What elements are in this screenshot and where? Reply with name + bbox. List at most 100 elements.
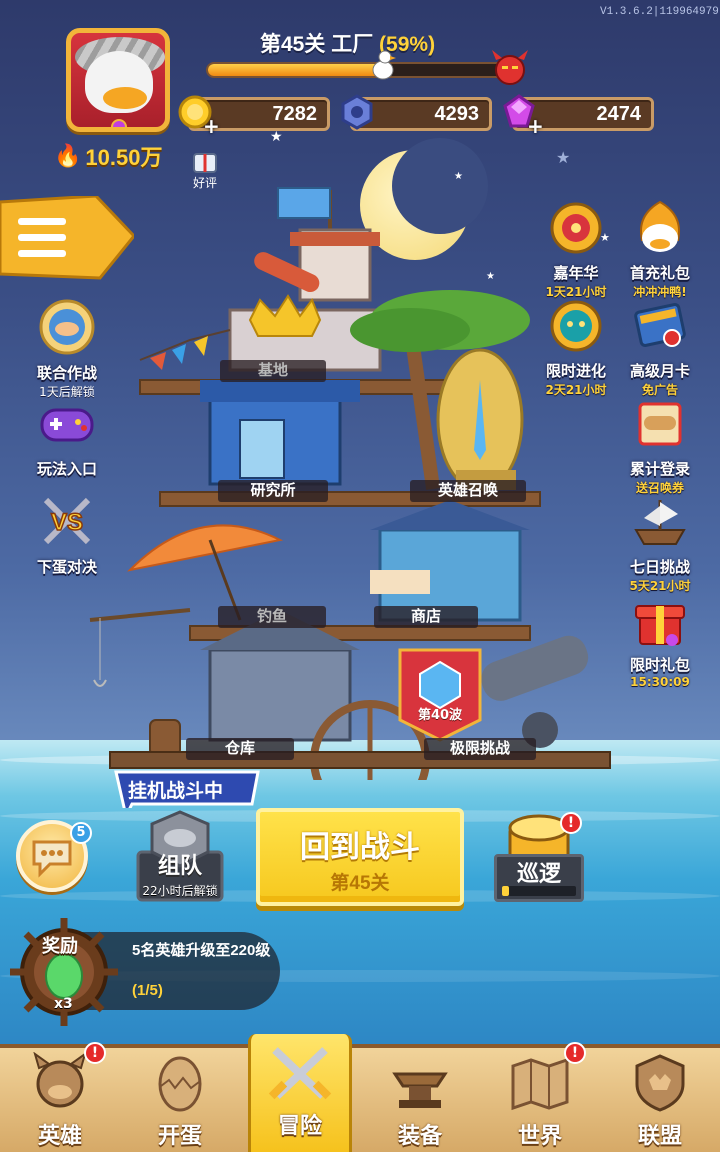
return-to-battle-label: 回到战斗 bbox=[300, 831, 420, 864]
combat-power: 🔥 10.50万 bbox=[54, 140, 162, 172]
svg-text:VS: VS bbox=[51, 509, 83, 536]
gamepad-icon bbox=[40, 408, 94, 442]
level-name: 第45关 工厂 bbox=[260, 33, 374, 56]
team-button[interactable]: 组队 22小时后解锁 bbox=[132, 808, 228, 904]
limited-gift-timer: 15:30:09 bbox=[630, 675, 690, 689]
right-item-evolution[interactable]: 限时进化 2天21小时 bbox=[534, 298, 618, 398]
alliance-shield-icon bbox=[635, 1054, 685, 1112]
team-label: 组队 bbox=[157, 853, 202, 878]
nav-egg[interactable]: 开蛋 bbox=[128, 1048, 232, 1152]
left-item-egg-duel[interactable]: VS 下蛋对决 bbox=[22, 490, 112, 577]
nav-hero[interactable]: 英雄 ! bbox=[8, 1042, 112, 1152]
right-item-first-charge[interactable]: 首充礼包 冲冲冲鸭! bbox=[618, 200, 702, 300]
evolution-icon bbox=[550, 300, 602, 352]
first-charge-duck-icon bbox=[640, 200, 680, 252]
building-label-summon[interactable]: 英雄召唤 bbox=[410, 480, 526, 502]
building-label-challenge[interactable]: 极限挑战 bbox=[424, 738, 536, 760]
joint-battle-label: 联合作战 bbox=[36, 365, 97, 382]
right-item-month-card[interactable]: 高级月卡 免广告 bbox=[618, 298, 702, 398]
month-card-label: 高级月卡 bbox=[629, 363, 690, 380]
login-label: 累计登录 bbox=[629, 461, 690, 478]
nav-hero-alert: ! bbox=[84, 1042, 106, 1064]
left-item-joint-battle[interactable]: 联合作战 1天后解锁 bbox=[22, 296, 112, 400]
player-avatar[interactable] bbox=[66, 28, 170, 132]
resource-gem[interactable]: + 2474 bbox=[503, 94, 654, 138]
carnival-label: 嘉年华 bbox=[553, 265, 599, 282]
reward-task-description: 5名英雄升级至220级 bbox=[132, 942, 271, 959]
return-to-battle-level: 第45关 bbox=[330, 873, 390, 894]
evolution-timer: 2天21小时 bbox=[545, 383, 607, 397]
gear-value: 4293 bbox=[434, 103, 480, 125]
right-item-limited-gift[interactable]: 限时礼包 15:30:09 bbox=[618, 592, 702, 689]
level-progress-bar bbox=[206, 62, 506, 78]
gift-box-icon bbox=[635, 605, 685, 646]
patrol-progress-bar bbox=[502, 886, 576, 896]
nav-adventure-label: 冒险 bbox=[277, 1113, 322, 1138]
avatar-beak bbox=[103, 87, 147, 109]
nav-alliance-label: 联盟 bbox=[637, 1123, 682, 1148]
green-egg-icon bbox=[45, 953, 83, 999]
resource-gear[interactable]: 4293 bbox=[341, 94, 492, 131]
rate-button[interactable]: 好评 bbox=[186, 148, 224, 192]
nav-world-label: 世界 bbox=[517, 1123, 562, 1148]
pirate-ship-icon bbox=[634, 500, 686, 545]
versus-icon: VS bbox=[43, 497, 91, 545]
egg-duel-label: 下蛋对决 bbox=[36, 559, 97, 576]
world-map-icon bbox=[511, 1057, 569, 1111]
gem-value: 2474 bbox=[596, 103, 642, 125]
bottom-nav: 英雄 ! 开蛋 冒险 装备 世界 ! 联盟 bbox=[0, 1034, 720, 1152]
reward-title: 奖励 bbox=[42, 936, 78, 956]
plus-icon[interactable]: + bbox=[203, 114, 220, 138]
patrol-label: 巡逻 bbox=[516, 861, 561, 886]
wave-badge-label[interactable]: 第40波 bbox=[408, 704, 472, 723]
building-label-research[interactable]: 研究所 bbox=[218, 480, 328, 502]
version-text: V1.3.6.2|119964979 bbox=[600, 6, 719, 18]
gift-icon bbox=[193, 153, 217, 173]
right-item-login[interactable]: 累计登录 送召唤券 bbox=[618, 396, 702, 496]
rate-label: 好评 bbox=[192, 176, 217, 190]
right-item-carnival[interactable]: 嘉年华 1天21小时 bbox=[534, 200, 618, 300]
gameplay-label: 玩法入口 bbox=[36, 461, 97, 478]
handshake-shield-icon bbox=[39, 299, 95, 355]
nav-equipment-label: 装备 bbox=[397, 1123, 442, 1148]
gold-value: 7282 bbox=[272, 103, 318, 125]
idle-status-text: 挂机战斗中 bbox=[128, 781, 224, 802]
crossed-swords-icon bbox=[268, 1047, 332, 1100]
combat-power-value: 10.50万 bbox=[85, 145, 163, 170]
chat-unread-badge: 5 bbox=[70, 822, 92, 844]
carnival-wheel-icon bbox=[550, 202, 602, 254]
patrol-progress-fill bbox=[502, 886, 510, 896]
building-label-shop[interactable]: 商店 bbox=[374, 606, 478, 628]
level-progress-fill bbox=[208, 64, 383, 76]
resource-gold[interactable]: + 7282 bbox=[178, 95, 330, 138]
nav-hero-label: 英雄 bbox=[37, 1123, 82, 1148]
nav-world-alert: ! bbox=[564, 1042, 586, 1064]
nav-egg-label: 开蛋 bbox=[157, 1123, 202, 1148]
login-scroll-icon bbox=[638, 402, 682, 446]
right-item-seven-day[interactable]: 七日挑战 5天21小时 bbox=[618, 494, 702, 594]
seven-day-label: 七日挑战 bbox=[629, 559, 690, 576]
building-label-warehouse[interactable]: 仓库 bbox=[186, 738, 294, 760]
return-to-battle-button[interactable]: 回到战斗 第45关 bbox=[256, 808, 464, 906]
team-unlock-text: 22小时后解锁 bbox=[142, 884, 218, 898]
left-item-gameplay[interactable]: 玩法入口 bbox=[22, 392, 112, 479]
plus-icon[interactable]: + bbox=[527, 114, 544, 138]
building-label-fishing[interactable]: 钓鱼 bbox=[218, 606, 326, 628]
nav-world[interactable]: 世界 ! bbox=[488, 1042, 592, 1152]
reward-wheel[interactable]: 奖励 x3 bbox=[8, 916, 120, 1028]
limited-gift-label: 限时礼包 bbox=[629, 657, 690, 674]
nav-adventure[interactable]: 冒险 bbox=[248, 1034, 352, 1152]
star-icon: ★ bbox=[556, 148, 571, 167]
nav-alliance[interactable]: 联盟 bbox=[608, 1048, 712, 1152]
nav-equipment[interactable]: 装备 bbox=[368, 1048, 472, 1152]
flame-icon: 🔥 bbox=[54, 143, 82, 169]
main-menu-button[interactable] bbox=[0, 196, 134, 280]
building-label-base[interactable]: 基地 bbox=[220, 360, 326, 382]
reward-quantity: x3 bbox=[54, 996, 73, 1012]
anvil-icon bbox=[392, 1072, 448, 1108]
egg-icon bbox=[158, 1056, 202, 1112]
first-charge-label: 首充礼包 bbox=[629, 265, 690, 282]
avatar-gem-icon bbox=[111, 119, 127, 127]
month-card-icon bbox=[634, 303, 686, 347]
evolution-label: 限时进化 bbox=[545, 363, 606, 380]
